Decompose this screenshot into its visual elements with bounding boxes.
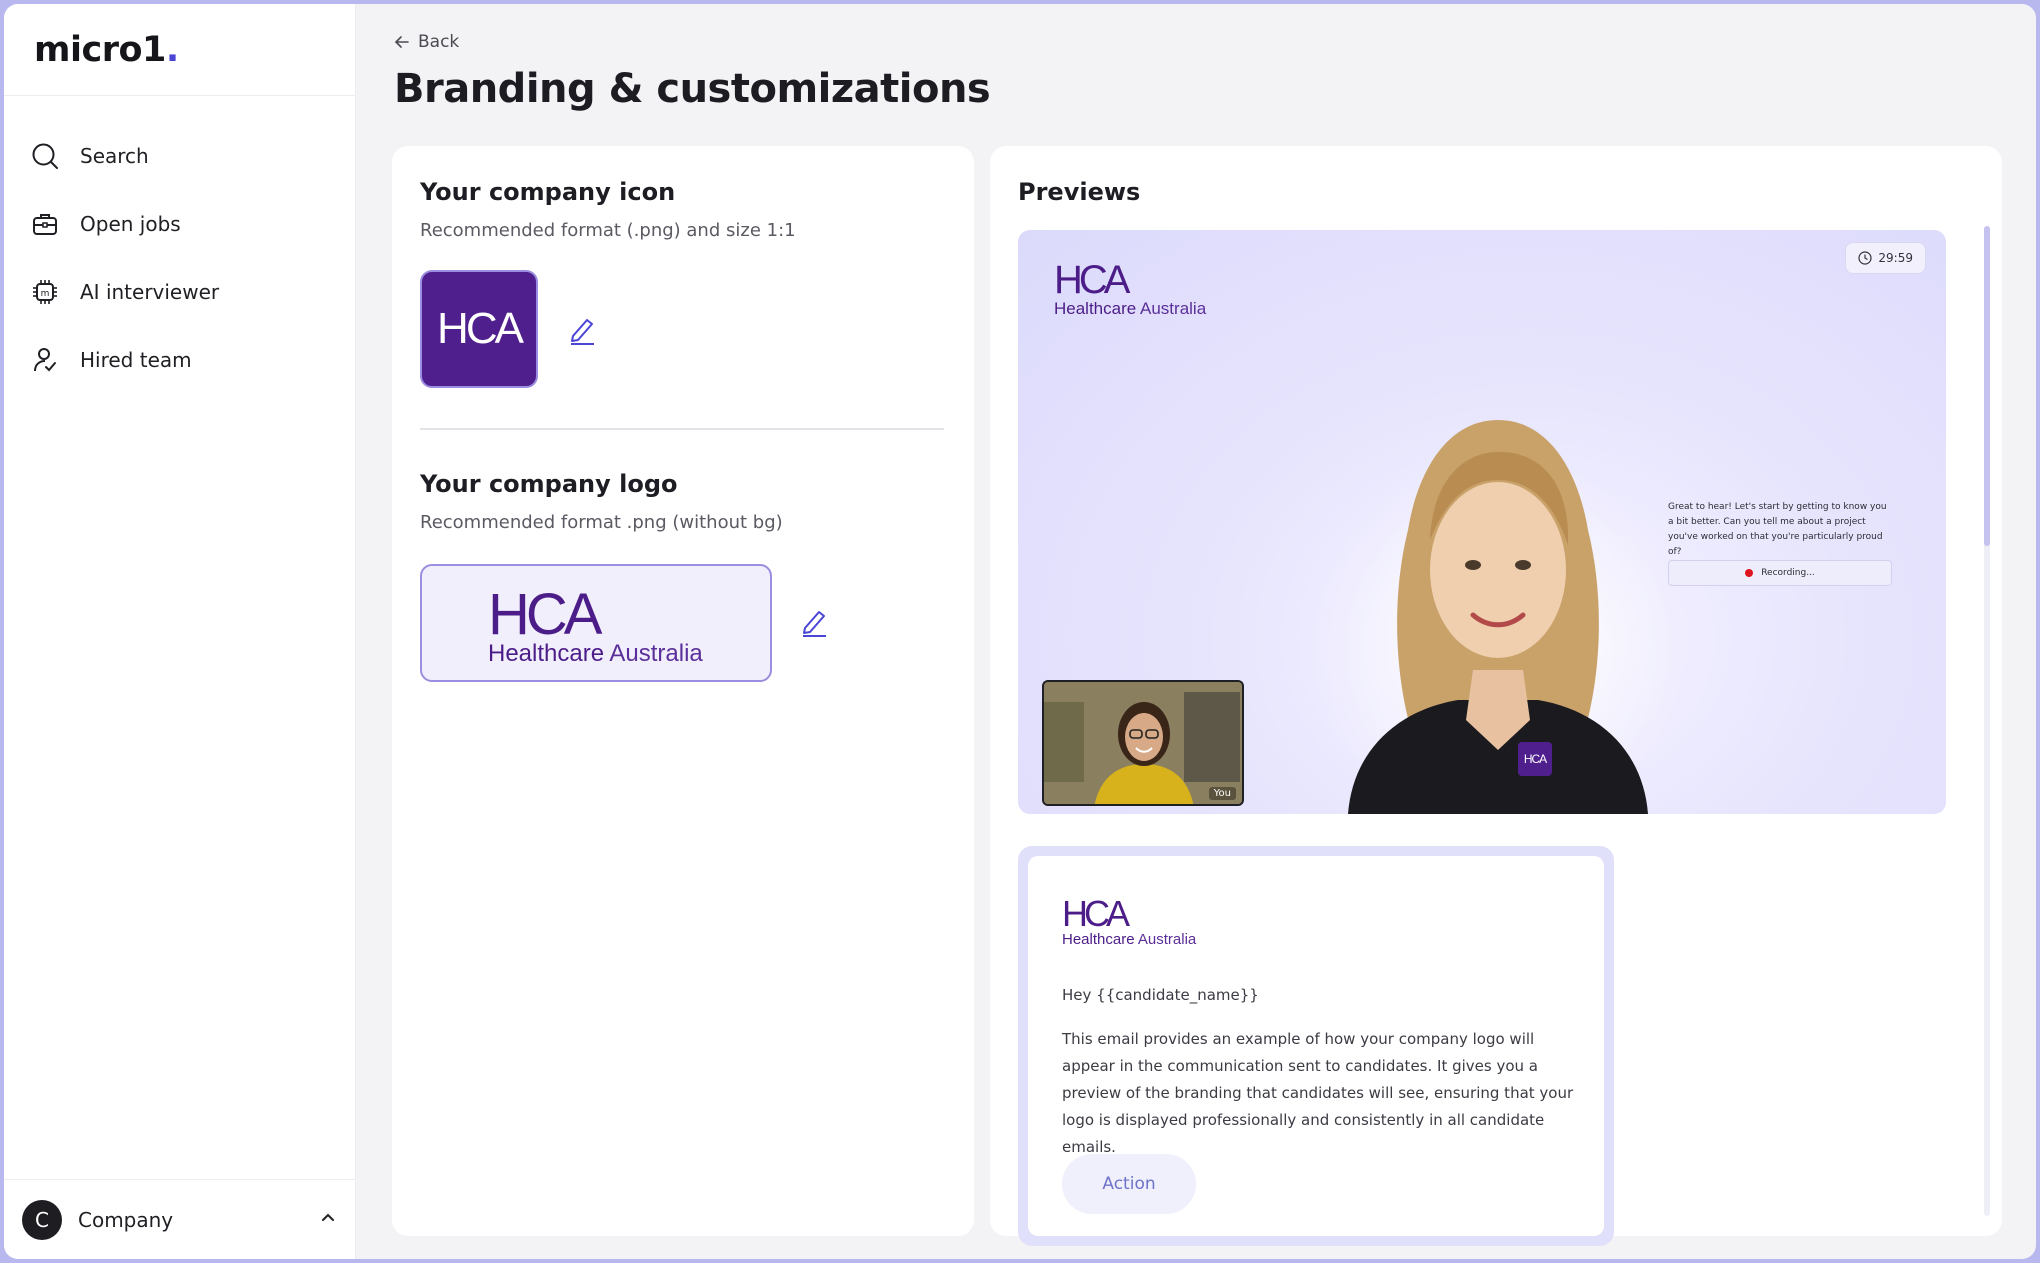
record-dot-icon [1745,569,1754,577]
branding-settings-card: Your company icon Recommended format (.p… [392,146,974,1236]
interview-question-text: Great to hear! Let's start by getting to… [1668,502,1887,557]
edit-icon-button[interactable] [564,312,600,348]
candidate-self-view: You [1042,680,1244,806]
avatar: C [22,1199,62,1240]
company-logo-title: Your company logo [420,470,678,498]
page-title: Branding & customizations [394,66,991,112]
sidebar-item-label: AI interviewer [80,280,220,304]
company-switcher[interactable]: C Company [4,1179,356,1259]
brand-logo[interactable]: micro1. [34,30,179,70]
back-link[interactable]: Back [394,32,459,52]
sidebar-nav: Search Open jobs m AI interviewer Hired … [30,122,219,394]
self-view-label: You [1208,787,1236,800]
hca-logo: HCA Healthcare Australia [488,582,703,667]
scrollbar-thumb[interactable] [1984,226,1990,546]
edit-logo-button[interactable] [796,604,832,640]
sidebar-item-label: Search [80,144,149,168]
company-name: Company [78,1207,174,1232]
arrow-left-icon [394,36,409,48]
hca-logo: HCA Healthcare Australia [1054,258,1207,318]
search-icon [30,141,60,171]
back-label: Back [418,32,460,52]
interview-video-preview: HCA Healthcare Australia 29:59 HCA Great… [1018,230,1946,814]
company-icon-image: HCA [420,270,538,388]
pencil-icon [571,319,594,345]
avatar-company-badge: HCA [1518,742,1552,776]
pencil-icon [803,611,826,637]
chevron-up-icon[interactable] [320,1210,336,1230]
recording-indicator: Recording... [1668,560,1892,586]
email-body-text: This email provides an example of how yo… [1062,1030,1574,1156]
company-icon-title: Your company icon [420,178,676,206]
email-action-button[interactable]: Action [1062,1154,1196,1214]
interview-timer: 29:59 [1845,242,1926,274]
user-check-icon [30,345,60,375]
section-divider [420,428,944,430]
sidebar-item-hired-team[interactable]: Hired team [30,326,219,394]
chip-icon: m [30,277,60,307]
divider [4,95,356,96]
hca-logo: HCA Healthcare Australia [1062,893,1197,948]
company-logo-hint: Recommended format .png (without bg) [420,512,783,533]
sidebar-item-search[interactable]: Search [30,122,219,190]
sidebar-item-label: Hired team [80,348,192,372]
company-icon-hint: Recommended format (.png) and size 1:1 [420,220,796,241]
sidebar-item-open-jobs[interactable]: Open jobs [30,190,219,258]
svg-text:m: m [41,289,50,299]
email-preview-body: HCA Healthcare Australia Hey {{candidate… [1028,856,1604,1236]
clock-icon [1858,251,1873,265]
email-preview: HCA Healthcare Australia Hey {{candidate… [1018,846,1614,1246]
company-logo-image: HCA Healthcare Australia [420,564,772,682]
previews-card: Previews HCA Healthcare Australia 29:59 [990,146,2002,1246]
sidebar-item-label: Open jobs [80,212,181,236]
interviewer-avatar-image [1308,420,1688,814]
app-window: micro1. Search Open jobs m AI interviewe… [4,4,2036,1259]
sidebar: micro1. Search Open jobs m AI interviewe… [4,4,356,1259]
briefcase-icon [30,209,60,239]
email-greeting: Hey {{candidate_name}} [1062,986,1259,1004]
sidebar-item-ai-interviewer[interactable]: m AI interviewer [30,258,219,326]
previews-title: Previews [1018,178,1141,206]
